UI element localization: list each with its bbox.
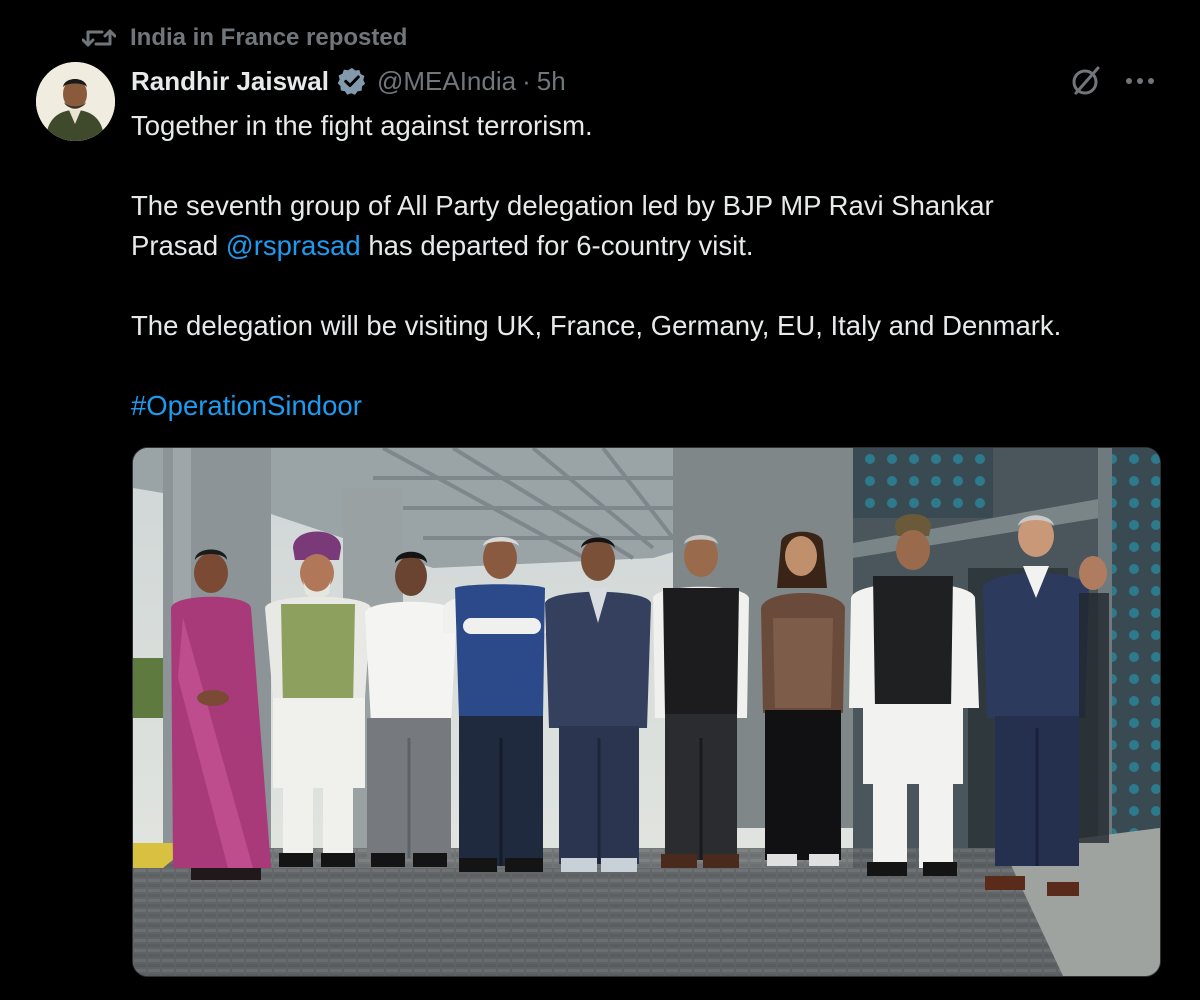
tweet-text: Together in the fight against terrorism.… — [131, 106, 1171, 426]
tweet-line-2: The seventh group of All Party delegatio… — [131, 190, 994, 221]
tweet-line-1: Together in the fight against terrorism. — [131, 110, 593, 141]
repost-text: India in France reposted — [130, 24, 408, 51]
more-options-icon[interactable] — [1122, 70, 1158, 92]
tweet-line-3-post: has departed for 6-country visit. — [360, 230, 754, 261]
avatar[interactable] — [36, 62, 115, 141]
repost-icon — [82, 29, 116, 47]
tweet-photo[interactable] — [132, 447, 1161, 977]
tweet-header: Randhir Jaiswal @MEAIndia · 5h — [131, 62, 566, 100]
person-4 — [443, 537, 557, 872]
author-name[interactable]: Randhir Jaiswal — [131, 66, 329, 97]
hashtag-link[interactable]: #OperationSindoor — [131, 390, 362, 421]
verified-badge-icon[interactable] — [337, 66, 367, 96]
separator-dot: · — [522, 65, 531, 96]
tweet-card[interactable]: India in France reposted Randhir Jaiswal… — [0, 0, 1200, 1000]
repost-indicator[interactable]: India in France reposted — [82, 22, 407, 54]
avatar-photo — [36, 62, 115, 141]
tweet-line-3: Prasad @rsprasad has departed for 6-coun… — [131, 226, 1171, 266]
post-time[interactable]: 5h — [537, 66, 566, 97]
group-photo — [133, 448, 1160, 976]
person-10 — [1079, 556, 1109, 843]
grok-icon[interactable] — [1068, 64, 1104, 98]
tweet-line-3-pre: Prasad — [131, 230, 226, 261]
author-handle[interactable]: @MEAIndia — [377, 66, 516, 97]
mention-link[interactable]: @rsprasad — [226, 230, 361, 261]
hashtag-line: #OperationSindoor — [131, 386, 1171, 426]
tweet-line-4: The delegation will be visiting UK, Fran… — [131, 310, 1062, 341]
